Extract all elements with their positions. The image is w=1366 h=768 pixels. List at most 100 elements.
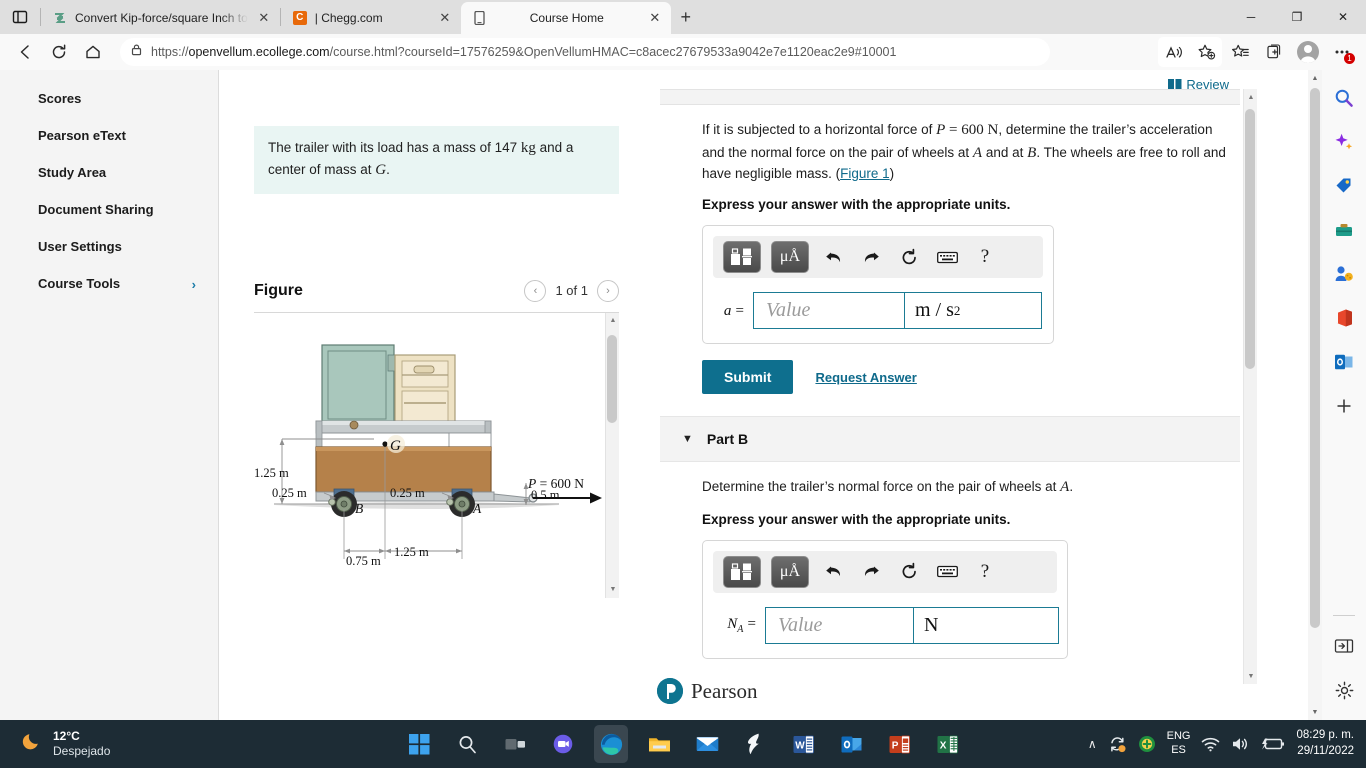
address-bar[interactable]: https://openvellum.ecollege.com/course.h… [120,38,1050,66]
undo-icon[interactable] [819,558,847,586]
keyboard-icon[interactable] [933,558,961,586]
outlook-button[interactable] [834,725,868,763]
svg-text:P: P [891,740,898,751]
lightning-app-button[interactable] [738,725,772,763]
units-button[interactable]: μÅ [771,555,809,588]
start-button[interactable] [402,725,436,763]
word-button[interactable]: W [786,725,820,763]
add-favorite-icon[interactable] [1190,37,1222,67]
close-tab-2-icon[interactable]: ✕ [436,9,454,27]
question-panel-scrollbar[interactable]: ▲ ▼ [1243,89,1257,684]
help-icon[interactable]: ? [971,558,999,586]
shopping-tag-icon[interactable] [1329,172,1359,200]
page-scroll-up-icon[interactable]: ▲ [1308,70,1322,86]
reset-icon[interactable] [895,243,923,271]
figure-next-button[interactable]: › [597,279,619,302]
taskbar-clock[interactable]: 08:29 p. m. 29/11/2022 [1296,728,1354,759]
outlook-icon[interactable] [1329,348,1359,376]
battery-charging-icon[interactable] [1261,737,1285,751]
refresh-icon[interactable] [42,37,76,67]
add-sidebar-icon[interactable] [1329,392,1359,420]
mail-button[interactable] [690,725,724,763]
figure-scroll-up-icon[interactable]: ▲ [606,313,620,329]
redo-icon[interactable] [857,558,885,586]
task-view-button[interactable] [498,725,532,763]
games-icon[interactable] [1329,260,1359,288]
volume-icon[interactable] [1231,736,1250,752]
sidebar-settings-icon[interactable] [1329,676,1359,704]
redo-icon[interactable] [857,243,885,271]
math-template-icon[interactable] [723,555,761,588]
part-a-actions: Submit Request Answer [702,360,1240,395]
search-icon[interactable] [1329,84,1359,112]
figure-scroll-down-icon[interactable]: ▼ [606,582,620,598]
close-tab-1-icon[interactable]: ✕ [255,9,273,27]
math-template-icon[interactable] [723,241,761,274]
part-a-value-input[interactable]: Value [753,292,905,330]
figure-prev-button[interactable]: ‹ [524,279,547,302]
maximize-button[interactable]: ❐ [1274,0,1320,34]
units-button[interactable]: μÅ [771,241,809,274]
part-b-question-pre: Determine the trailer’s normal force on … [702,479,1061,495]
page-scroll-thumb[interactable] [1310,88,1320,628]
sidebar-item-document-sharing[interactable]: Document Sharing [0,191,218,228]
part-b-value-input[interactable]: Value [765,606,914,644]
question-scroll-up-icon[interactable]: ▲ [1244,89,1258,105]
tray-overflow-icon[interactable]: ∧ [1088,737,1097,751]
page-scroll-down-icon[interactable]: ▼ [1308,704,1322,720]
onedrive-sync-icon[interactable] [1108,736,1127,753]
edge-button[interactable] [594,725,628,763]
file-explorer-button[interactable] [642,725,676,763]
expand-sidebar-icon[interactable] [1329,632,1359,660]
favorites-icon[interactable] [1224,37,1256,67]
minimize-button[interactable]: ─ [1228,0,1274,34]
figure-1-link[interactable]: Figure 1 [840,166,890,181]
request-answer-link[interactable]: Request Answer [815,370,916,385]
home-icon[interactable] [76,37,110,67]
sidebar-item-user-settings[interactable]: User Settings [0,228,218,265]
sidebar-item-course-tools[interactable]: Course Tools › [0,265,218,302]
undo-icon[interactable] [819,243,847,271]
submit-button[interactable]: Submit [702,360,794,395]
settings-and-more-icon[interactable]: 1 [1326,37,1358,67]
part-a-unit-input[interactable]: m / s2 [905,292,1042,330]
question-scroll-down-icon[interactable]: ▼ [1244,668,1258,684]
page-scrollbar[interactable]: ▲ ▼ [1308,70,1322,720]
sidebar-item-pearson-etext[interactable]: Pearson eText [0,117,218,154]
browser-tab-1[interactable]: Convert Kip-force/square Inch to ✕ [41,2,280,34]
wifi-icon[interactable] [1201,736,1220,752]
search-button[interactable] [450,725,484,763]
profile-avatar[interactable] [1297,41,1319,63]
close-window-button[interactable]: ✕ [1320,0,1366,34]
office-icon[interactable] [1329,304,1359,332]
taskbar-weather-widget[interactable]: 12°C Despejado [0,729,110,759]
tools-icon[interactable] [1329,216,1359,244]
collections-icon[interactable] [1258,37,1290,67]
copilot-icon[interactable] [1329,128,1359,156]
language-indicator[interactable]: ENG ES [1167,730,1191,758]
browser-tab-3[interactable]: Course Home ✕ [460,2,671,34]
part-b-caret-icon[interactable]: ▼ [682,433,693,445]
figure-scroll-thumb[interactable] [607,334,617,423]
part-b-header[interactable]: ▼ Part B [660,416,1240,463]
sidebar-item-study-area[interactable]: Study Area [0,154,218,191]
help-icon[interactable]: ? [971,243,999,271]
security-icon[interactable] [1138,735,1156,753]
back-icon[interactable] [8,37,42,67]
keyboard-icon[interactable] [933,243,961,271]
excel-button[interactable]: X [930,725,964,763]
course-sidebar: Scores Pearson eText Study Area Document… [0,70,219,720]
tab-actions-icon[interactable] [0,0,40,34]
browser-tab-2[interactable]: C | Chegg.com ✕ [281,2,461,34]
chat-button[interactable] [546,725,580,763]
new-tab-button[interactable]: + [671,3,701,31]
sidebar-item-scores[interactable]: Scores [0,80,218,117]
read-aloud-icon[interactable] [1158,37,1190,67]
powerpoint-button[interactable]: P [882,725,916,763]
question-scroll-thumb[interactable] [1245,109,1255,369]
close-tab-3-icon[interactable]: ✕ [646,9,664,27]
part-b-unit-text: N [924,613,939,636]
reset-icon[interactable] [895,558,923,586]
part-b-unit-input[interactable]: N [914,606,1059,644]
figure-scrollbar[interactable]: ▲ ▼ [605,312,620,598]
